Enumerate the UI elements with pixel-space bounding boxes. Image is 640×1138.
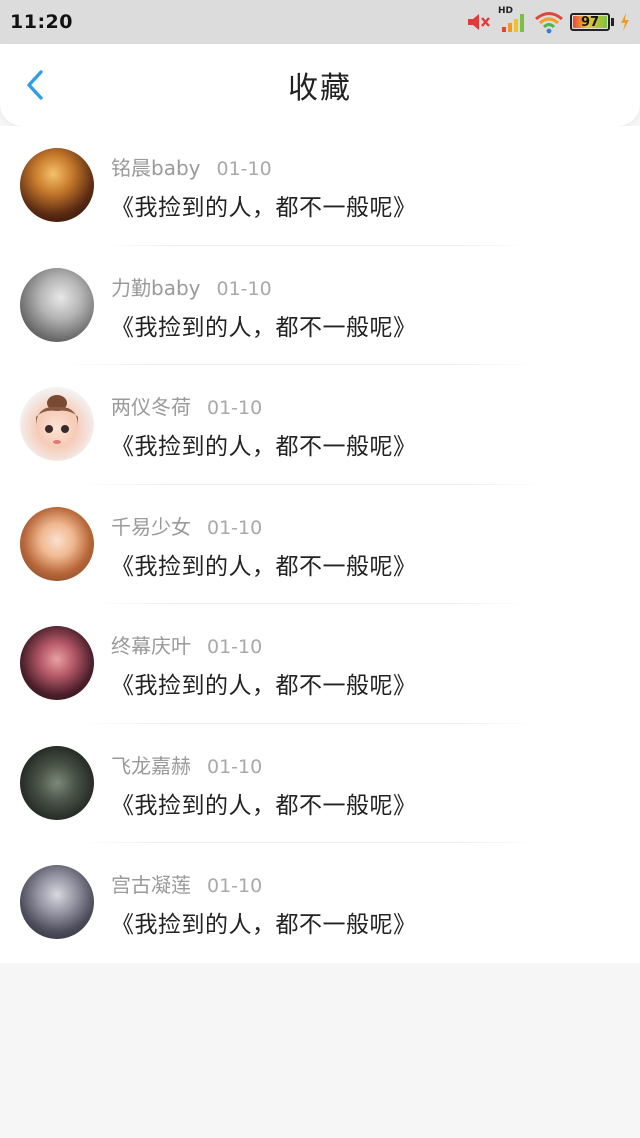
favorites-list: 铭晨baby 01-10 《我捡到的人，都不一般呢》 力勤baby 01-10 … [0,126,640,963]
author-name: 千易少女 [111,514,191,539]
mute-icon [466,11,492,33]
author-name: 飞龙嘉赫 [111,753,191,778]
author-name: 铭晨baby [111,156,201,180]
list-item[interactable]: 宫古凝莲 01-10 《我捡到的人，都不一般呢》 [0,843,640,963]
avatar [20,865,94,939]
status-bar: 11:20 HD 97 [0,0,640,44]
status-icons: HD 97 [466,0,630,44]
avatar [20,387,94,461]
item-date: 01-10 [207,516,263,539]
item-date: 01-10 [207,755,263,778]
back-button[interactable] [18,68,52,102]
avatar [20,148,94,222]
item-date: 01-10 [207,397,263,419]
charging-icon [620,13,630,31]
header: 收藏 [0,44,640,126]
item-date: 01-10 [216,158,272,180]
avatar [20,506,94,581]
chevron-left-icon [27,70,43,100]
story-title: 《我捡到的人，都不一般呢》 [111,792,417,819]
item-date: 01-10 [207,636,263,658]
item-date: 01-10 [207,875,263,897]
author-name: 力勤baby [111,275,201,300]
list-item[interactable]: 终幕庆叶 01-10 《我捡到的人，都不一般呢》 [0,604,640,724]
wifi-icon [534,10,564,34]
story-title: 《我捡到的人，都不一般呢》 [111,553,417,580]
avatar [20,745,94,820]
author-name: 宫古凝莲 [111,873,191,897]
page-title: 收藏 [288,71,352,106]
network-label: HD [498,6,514,16]
battery-tip [611,18,614,26]
list-item[interactable]: 铭晨baby 01-10 《我捡到的人，都不一般呢》 [0,126,640,246]
avatar [20,267,94,342]
avatar [20,626,94,700]
signal-icon: HD [498,6,528,34]
author-name: 终幕庆叶 [111,634,191,658]
status-time: 11:20 [10,11,73,33]
list-item[interactable]: 千易少女 01-10 《我捡到的人，都不一般呢》 [0,485,640,604]
item-date: 01-10 [216,277,272,300]
list-item[interactable]: 两仪冬荷 01-10 《我捡到的人，都不一般呢》 [0,365,640,485]
story-title: 《我捡到的人，都不一般呢》 [111,314,417,341]
list-item[interactable]: 飞龙嘉赫 01-10 《我捡到的人，都不一般呢》 [0,724,640,843]
battery-icon: 97 [570,13,610,31]
author-name: 两仪冬荷 [111,395,191,419]
story-title: 《我捡到的人，都不一般呢》 [111,673,417,699]
story-title: 《我捡到的人，都不一般呢》 [111,912,417,938]
avatar-illustration [36,395,78,444]
list-item[interactable]: 力勤baby 01-10 《我捡到的人，都不一般呢》 [0,246,640,365]
battery-level: 97 [580,14,600,30]
story-title: 《我捡到的人，都不一般呢》 [111,434,417,460]
story-title: 《我捡到的人，都不一般呢》 [111,195,417,221]
